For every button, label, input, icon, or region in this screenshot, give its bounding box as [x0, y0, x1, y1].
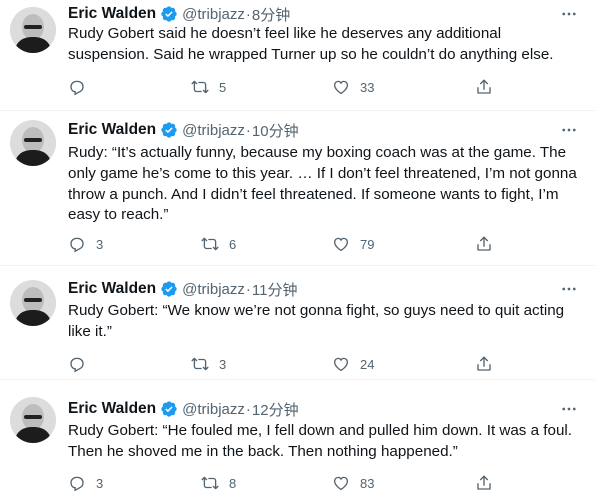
avatar[interactable] — [10, 397, 56, 443]
tweet-header: Eric Walden @tribjazz · 8分钟 — [68, 4, 290, 24]
reply-icon — [68, 355, 86, 373]
reply-count: 3 — [96, 236, 104, 252]
author-name[interactable]: Eric Walden — [68, 5, 156, 23]
retweet-button[interactable]: 8 — [201, 473, 236, 493]
tweet-text: Rudy Gobert: “He fouled me, I fell down … — [68, 422, 572, 460]
retweet-count: 8 — [229, 475, 237, 491]
like-icon — [332, 78, 350, 96]
like-count: 24 — [360, 356, 375, 372]
like-button[interactable]: 24 — [332, 354, 374, 374]
like-count: 83 — [360, 475, 375, 491]
tweet-header: Eric Walden @tribjazz · 11分钟 — [68, 279, 297, 299]
reply-icon — [68, 235, 86, 253]
share-icon — [475, 235, 493, 253]
tweet-actions: 5 33 — [68, 77, 498, 97]
more-icon[interactable] — [557, 4, 581, 24]
like-button[interactable]: 33 — [332, 77, 374, 97]
tweet[interactable]: Eric Walden @tribjazz · 11分钟 Rudy Gobert… — [0, 266, 595, 380]
retweet-icon — [201, 235, 219, 253]
share-button[interactable] — [475, 354, 493, 374]
verified-badge-icon — [160, 400, 178, 418]
share-icon — [475, 355, 493, 373]
author-name[interactable]: Eric Walden — [68, 121, 156, 139]
retweet-count: 5 — [219, 79, 227, 95]
separator: · — [245, 280, 251, 298]
like-icon — [332, 474, 350, 492]
reply-count: 3 — [96, 475, 104, 491]
avatar[interactable] — [10, 280, 56, 326]
author-name[interactable]: Eric Walden — [68, 280, 156, 298]
verified-badge-icon — [160, 121, 178, 139]
tweet-text: Rudy: “It’s actually funny, because my b… — [68, 144, 577, 224]
retweet-icon — [201, 474, 219, 492]
tweet-text: Rudy Gobert said he doesn’t feel like he… — [68, 25, 554, 63]
author-handle[interactable]: @tribjazz — [182, 281, 245, 298]
tweet[interactable]: Eric Walden @tribjazz · 10分钟 Rudy: “It’s… — [0, 111, 595, 266]
reply-button[interactable] — [68, 354, 96, 374]
tweet-header: Eric Walden @tribjazz · 10分钟 — [68, 120, 299, 140]
more-icon[interactable] — [557, 399, 581, 419]
author-handle[interactable]: @tribjazz — [182, 6, 245, 23]
share-button[interactable] — [475, 234, 493, 254]
separator: · — [245, 5, 251, 23]
like-button[interactable]: 79 — [332, 234, 374, 254]
like-count: 79 — [360, 236, 375, 252]
retweet-icon — [191, 355, 209, 373]
reply-icon — [68, 474, 86, 492]
timestamp[interactable]: 11分钟 — [252, 279, 298, 300]
retweet-count: 3 — [219, 356, 227, 372]
reply-icon — [68, 78, 86, 96]
reply-button[interactable] — [68, 77, 96, 97]
retweet-button[interactable]: 3 — [191, 354, 226, 374]
timestamp[interactable]: 12分钟 — [252, 399, 299, 420]
share-icon — [475, 78, 493, 96]
tweet[interactable]: Eric Walden @tribjazz · 12分钟 Rudy Gobert… — [0, 380, 595, 494]
tweet-actions: 3 24 — [68, 354, 498, 374]
like-count: 33 — [360, 79, 375, 95]
reply-button[interactable]: 3 — [68, 234, 103, 254]
share-button[interactable] — [475, 473, 493, 493]
tweet-header: Eric Walden @tribjazz · 12分钟 — [68, 399, 299, 419]
verified-badge-icon — [160, 5, 178, 23]
retweet-button[interactable]: 5 — [191, 77, 226, 97]
share-icon — [475, 474, 493, 492]
more-icon[interactable] — [557, 120, 581, 140]
author-handle[interactable]: @tribjazz — [182, 122, 245, 139]
like-icon — [332, 355, 350, 373]
avatar[interactable] — [10, 7, 56, 53]
timestamp[interactable]: 8分钟 — [252, 4, 290, 25]
tweet-actions: 3 6 79 — [68, 234, 498, 254]
like-button[interactable]: 83 — [332, 473, 374, 493]
author-handle[interactable]: @tribjazz — [182, 401, 245, 418]
tweet[interactable]: Eric Walden @tribjazz · 8分钟 Rudy Gobert … — [0, 0, 595, 111]
retweet-icon — [191, 78, 209, 96]
tweet-text: Rudy Gobert: “We know we’re not gonna fi… — [68, 302, 565, 340]
separator: · — [245, 121, 251, 139]
tweet-actions: 3 8 83 — [68, 473, 498, 493]
separator: · — [245, 400, 251, 418]
author-name[interactable]: Eric Walden — [68, 400, 156, 418]
tweet-feed: Eric Walden @tribjazz · 8分钟 Rudy Gobert … — [0, 0, 595, 494]
more-icon[interactable] — [557, 279, 581, 299]
verified-badge-icon — [160, 280, 178, 298]
share-button[interactable] — [475, 77, 493, 97]
avatar[interactable] — [10, 120, 56, 166]
retweet-count: 6 — [229, 236, 237, 252]
retweet-button[interactable]: 6 — [201, 234, 236, 254]
like-icon — [332, 235, 350, 253]
timestamp[interactable]: 10分钟 — [252, 120, 299, 141]
reply-button[interactable]: 3 — [68, 473, 103, 493]
